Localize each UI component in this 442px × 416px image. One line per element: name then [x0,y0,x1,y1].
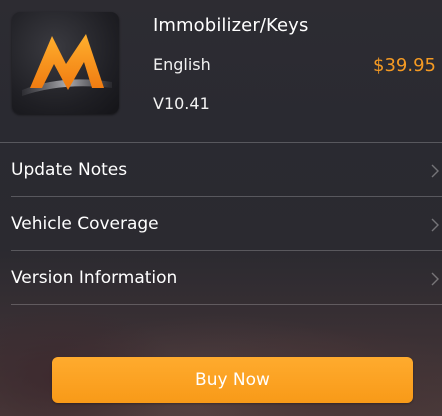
buy-now-label: Buy Now [195,370,270,390]
menu-item-label: Version Information [11,268,178,288]
product-language: English [153,55,211,74]
menu-item-label: Update Notes [11,160,128,180]
chevron-right-icon [431,164,439,178]
row-divider [11,304,442,305]
product-version: V10.41 [153,94,210,113]
menu-item-update-notes[interactable]: Update Notes [0,143,442,197]
product-title: Immobilizer/Keys [153,15,309,36]
product-price: $39.95 [373,55,436,76]
menu-item-label: Vehicle Coverage [11,214,159,234]
chevron-right-icon [431,218,439,232]
chevron-right-icon [431,272,439,286]
app-icon [12,12,119,114]
m-logo-icon [22,34,112,96]
menu-item-version-information[interactable]: Version Information [0,251,442,305]
product-detail-screen: Immobilizer/Keys English V10.41 $39.95 U… [0,0,442,416]
menu-item-vehicle-coverage[interactable]: Vehicle Coverage [0,197,442,251]
buy-now-button[interactable]: Buy Now [52,357,413,403]
product-header: Immobilizer/Keys English V10.41 $39.95 [0,0,442,144]
info-menu: Update Notes Vehicle Coverage Version In… [0,143,442,305]
